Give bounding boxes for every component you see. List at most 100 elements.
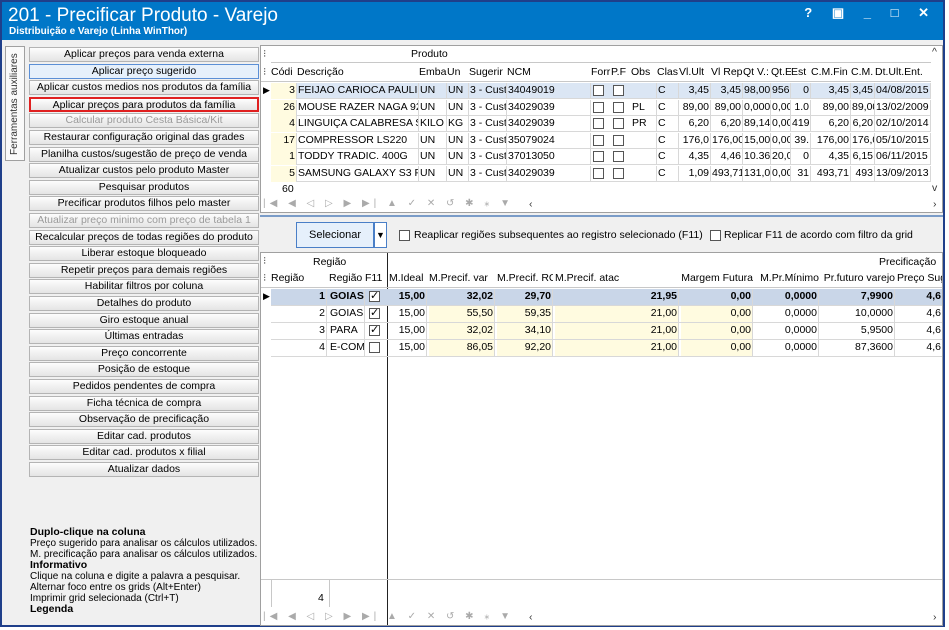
column-header[interactable]: Sugerir bbox=[469, 66, 507, 78]
fornecedor-checkbox[interactable] bbox=[593, 85, 604, 96]
products-grid[interactable]: ⁝ Produto ⁝ Códi Descrição Emba Un Sugerir NC… bbox=[260, 45, 943, 213]
action-button[interactable]: Observação de precificação bbox=[29, 412, 259, 428]
scroll-up-arrow-icon[interactable]: ^ bbox=[932, 46, 937, 58]
pf-checkbox[interactable] bbox=[613, 151, 624, 162]
column-header[interactable]: Forr bbox=[591, 66, 611, 78]
action-button[interactable]: Editar cad. produtos bbox=[29, 428, 259, 444]
fornecedor-checkbox[interactable] bbox=[593, 118, 604, 129]
column-chooser-icon[interactable]: ⁝ bbox=[263, 272, 266, 284]
pf-checkbox[interactable] bbox=[613, 101, 624, 113]
regions-grid[interactable]: ⁝ Região Precificação ⁝ Região Região F11 M… bbox=[260, 252, 943, 626]
action-button[interactable]: Planilha custos/sugestão de preço de ven… bbox=[29, 146, 259, 162]
column-header[interactable]: Dt.Ult.Ent. bbox=[875, 66, 931, 78]
column-header[interactable]: Preço Suge bbox=[897, 272, 942, 284]
action-button[interactable]: Aplicar preços para venda externa bbox=[29, 47, 259, 62]
column-header[interactable]: Qt V.: bbox=[743, 66, 771, 78]
pf-checkbox[interactable] bbox=[613, 85, 624, 96]
action-button[interactable]: Atualizar dados bbox=[29, 462, 259, 477]
action-button[interactable]: Ficha técnica de compra bbox=[29, 395, 259, 411]
selecionar-button[interactable]: Selecionar bbox=[296, 222, 374, 248]
action-button[interactable]: Liberar estoque bloqueado bbox=[29, 246, 259, 262]
pf-checkbox[interactable] bbox=[613, 118, 624, 129]
scroll-left-arrow-icon[interactable]: ‹ bbox=[529, 611, 533, 623]
action-button[interactable]: Habilitar filtros por coluna bbox=[29, 279, 259, 295]
column-chooser-icon[interactable]: ⁝ bbox=[263, 255, 266, 267]
column-header[interactable]: Un bbox=[447, 66, 469, 78]
fornecedor-checkbox[interactable] bbox=[593, 151, 604, 162]
side-tab-ferramentas[interactable]: Ferramentas auxiliares bbox=[5, 46, 25, 161]
action-button[interactable]: Últimas entradas bbox=[29, 329, 259, 345]
column-header[interactable]: C.M. bbox=[851, 66, 875, 78]
table-cell: 89,00 bbox=[811, 99, 851, 116]
column-header[interactable]: NCM bbox=[507, 66, 591, 78]
column-header[interactable]: Vl Repr bbox=[711, 66, 743, 78]
restore-icon[interactable]: ▣ bbox=[832, 5, 850, 21]
pf-checkbox[interactable] bbox=[613, 167, 624, 179]
column-header[interactable]: Emba bbox=[419, 66, 447, 78]
action-button[interactable]: Editar cad. produtos x filial bbox=[29, 445, 259, 461]
maximize-icon[interactable]: □ bbox=[891, 5, 905, 20]
close-icon[interactable]: ✕ bbox=[918, 5, 935, 21]
action-button[interactable]: Aplicar preços para produtos da família bbox=[29, 96, 259, 112]
action-button[interactable]: Precificar produtos filhos pelo master bbox=[29, 196, 259, 212]
column-header[interactable]: M.Precif. var bbox=[429, 272, 495, 284]
column-header[interactable]: Obs bbox=[631, 66, 657, 78]
column-header[interactable]: M.Precif. atac bbox=[555, 272, 679, 284]
regions-navigator[interactable]: |◀ ◀ ◁ ▷ ▶ ▶| ▲ ✓ ✕ ↺ ✱ ⁎ ▼ bbox=[263, 611, 514, 625]
column-header[interactable]: Vl.Ult bbox=[679, 66, 711, 78]
column-header[interactable]: M.Precif. RC bbox=[497, 272, 553, 284]
table-cell: 176,00 bbox=[711, 132, 743, 149]
action-button[interactable]: Giro estoque anual bbox=[29, 312, 259, 328]
column-header[interactable]: Clas bbox=[657, 66, 679, 78]
scroll-down-arrow-icon[interactable]: v bbox=[932, 182, 937, 194]
column-header[interactable]: Est bbox=[791, 66, 811, 78]
fornecedor-checkbox[interactable] bbox=[593, 101, 604, 113]
scroll-right-arrow-icon[interactable]: › bbox=[933, 611, 937, 623]
action-button[interactable]: Aplicar custos medios nos produtos da fa… bbox=[29, 80, 259, 96]
fornecedor-checkbox[interactable] bbox=[593, 134, 604, 146]
column-header[interactable]: F11 bbox=[365, 272, 387, 284]
f11-checkbox[interactable] bbox=[369, 289, 380, 302]
column-header[interactable]: Pr.futuro varejo bbox=[821, 272, 895, 284]
replicar-checkbox[interactable] bbox=[710, 230, 721, 241]
table-cell: 0,0000 bbox=[755, 323, 819, 339]
action-button[interactable]: Repetir preços para demais regiões bbox=[29, 262, 259, 278]
scroll-left-arrow-icon[interactable]: ‹ bbox=[529, 198, 533, 210]
f11-checkbox[interactable] bbox=[369, 323, 380, 336]
grid-splitter[interactable] bbox=[260, 215, 943, 217]
divider bbox=[271, 579, 272, 607]
column-chooser-icon[interactable]: ⁝ bbox=[263, 66, 266, 78]
action-button[interactable]: Pedidos pendentes de compra bbox=[29, 379, 259, 394]
action-button[interactable]: Restaurar configuração original das grad… bbox=[29, 130, 259, 145]
column-header[interactable]: P.F bbox=[611, 66, 631, 78]
action-button[interactable]: Preço concorrente bbox=[29, 345, 259, 361]
pf-checkbox[interactable] bbox=[613, 134, 624, 146]
column-header[interactable]: Descrição bbox=[297, 66, 419, 78]
action-button[interactable]: Pesquisar produtos bbox=[29, 179, 259, 195]
f11-checkbox[interactable] bbox=[369, 306, 380, 319]
table-cell: GOIAS bbox=[329, 289, 365, 305]
column-chooser-icon[interactable]: ⁝ bbox=[263, 48, 266, 60]
selecionar-dropdown-button[interactable]: ▼ bbox=[374, 222, 387, 248]
minimize-icon[interactable]: _ bbox=[864, 5, 877, 20]
fornecedor-checkbox[interactable] bbox=[593, 167, 604, 179]
column-header[interactable]: Região bbox=[271, 272, 327, 284]
reaplicar-checkbox[interactable] bbox=[399, 230, 410, 241]
table-cell: 176,0 bbox=[851, 132, 875, 149]
column-header[interactable]: M.Pr.Mínimo bbox=[755, 272, 819, 284]
action-button[interactable]: Posição de estoque bbox=[29, 362, 259, 378]
scroll-right-arrow-icon[interactable]: › bbox=[933, 198, 937, 210]
action-button[interactable]: Recalcular preços de todas regiões do pr… bbox=[29, 229, 259, 245]
help-icon[interactable]: ? bbox=[804, 5, 818, 20]
action-button[interactable]: Aplicar preço sugerido bbox=[29, 63, 259, 79]
column-header[interactable]: Margem Futura bbox=[681, 272, 753, 284]
products-navigator[interactable]: |◀ ◀ ◁ ▷ ▶ ▶| ▲ ✓ ✕ ↺ ✱ ⁎ ▼ bbox=[263, 198, 514, 212]
column-header[interactable]: C.M.Fin bbox=[811, 66, 851, 78]
f11-checkbox[interactable] bbox=[369, 342, 380, 353]
column-header[interactable]: M.Ideal bbox=[389, 272, 427, 284]
column-header[interactable]: Códi bbox=[271, 66, 297, 78]
column-header[interactable]: Região bbox=[329, 272, 365, 284]
action-button[interactable]: Detalhes do produto bbox=[29, 296, 259, 311]
column-header[interactable]: Qt.E bbox=[771, 66, 791, 78]
action-button[interactable]: Atualizar custos pelo produto Master bbox=[29, 163, 259, 179]
